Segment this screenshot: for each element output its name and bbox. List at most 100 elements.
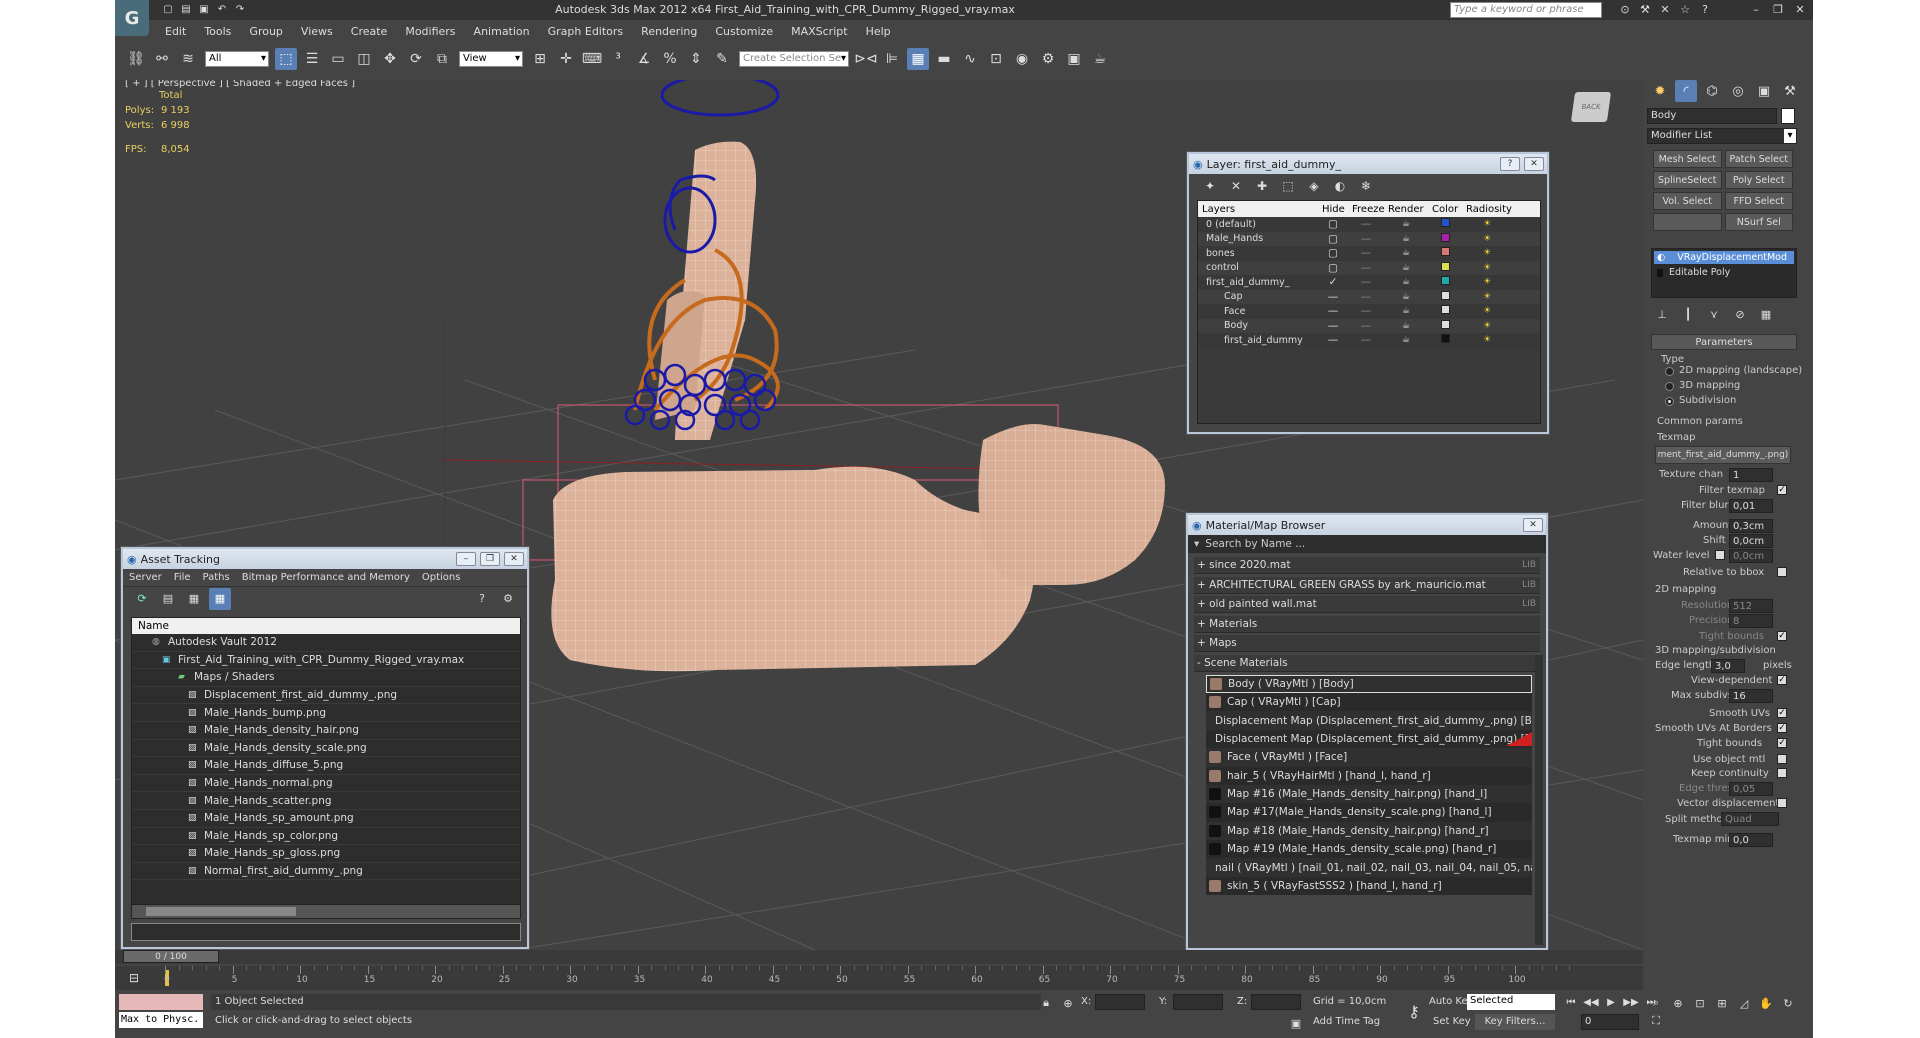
- asset-list-item[interactable]: ▧ Male_Hands_diffuse_5.png: [132, 757, 520, 775]
- scene-material-item[interactable]: Map #16 (Male_Hands_density_hair.png) [h…: [1206, 784, 1532, 804]
- asset-list-item[interactable]: ▧ Male_Hands_sp_color.png: [132, 828, 520, 846]
- layer-color-cell[interactable]: [1428, 247, 1462, 259]
- layer-hide-toggle[interactable]: ▢: [1318, 233, 1348, 245]
- angle-snap-icon[interactable]: ∡: [633, 48, 655, 70]
- schematic-view-icon[interactable]: ⊡: [985, 48, 1007, 70]
- teapot-icon[interactable]: ☕: [1384, 335, 1428, 345]
- named-selection-dropdown[interactable]: Create Selection Se ▾: [739, 51, 849, 67]
- radio-2d-landscape[interactable]: [1665, 367, 1674, 376]
- scale-icon[interactable]: ⧉: [431, 48, 453, 70]
- asset-list-item[interactable]: ◍ Autodesk Vault 2012: [132, 634, 520, 652]
- key-icon[interactable]: ⚷: [1403, 1000, 1425, 1022]
- window-crossing-icon[interactable]: ◫: [353, 48, 375, 70]
- mirror-icon[interactable]: ⊳⊲: [854, 48, 877, 70]
- remove-modifier-icon[interactable]: ⊘: [1729, 303, 1751, 325]
- material-library-group[interactable]: + Materials: [1194, 615, 1540, 633]
- ref-coord-dropdown[interactable]: View ▾: [459, 51, 523, 67]
- menu-graph-editors[interactable]: Graph Editors: [548, 25, 624, 38]
- spinner-snap-icon[interactable]: ⇕: [685, 48, 707, 70]
- restore-icon[interactable]: ❐: [480, 552, 500, 566]
- pan-icon[interactable]: ✋: [1757, 994, 1775, 1012]
- layer-freeze-toggle[interactable]: —: [1348, 291, 1384, 303]
- layer-color-cell[interactable]: [1428, 319, 1462, 332]
- modifier-button-3[interactable]: Poly Select: [1724, 171, 1793, 189]
- maximize-viewport-icon[interactable]: ⛶: [1647, 1012, 1665, 1030]
- scene-material-item[interactable]: Displacement Map (Displacement_first_aid…: [1206, 729, 1532, 749]
- link-icon[interactable]: ⛓: [125, 48, 147, 70]
- zoom-all-icon[interactable]: ⊕: [1669, 994, 1687, 1012]
- hide-all-icon[interactable]: ◐: [1329, 175, 1351, 197]
- render-production-icon[interactable]: ☕: [1089, 48, 1111, 70]
- vector-displacement-checkbox[interactable]: [1777, 798, 1787, 808]
- radiosity-icon[interactable]: ☀: [1462, 263, 1512, 273]
- teapot-icon[interactable]: ☕: [1384, 292, 1428, 302]
- restore-icon[interactable]: ❐: [1769, 1, 1787, 17]
- asset-menu-file[interactable]: File: [174, 572, 191, 583]
- layer-row[interactable]: bones ▢ — ☕ ☀: [1198, 246, 1540, 261]
- object-name-field[interactable]: Body: [1647, 108, 1777, 124]
- modifier-button-4[interactable]: Vol. Select: [1653, 192, 1722, 210]
- layer-color-cell[interactable]: [1428, 305, 1462, 317]
- layer-hide-toggle[interactable]: ✓: [1318, 276, 1348, 288]
- mini-curve-editor-icon[interactable]: ⊟: [123, 967, 145, 989]
- layer-freeze-toggle[interactable]: —: [1348, 247, 1384, 259]
- material-library-group[interactable]: + since 2020.mat LIB: [1194, 557, 1540, 574]
- layer-freeze-toggle[interactable]: —: [1348, 262, 1384, 274]
- asset-window-titlebar[interactable]: ◉ Asset Tracking – ❐ ✕: [123, 549, 527, 569]
- use-object-mtl-checkbox[interactable]: [1777, 754, 1787, 764]
- asset-list-item[interactable]: ▧ Male_Hands_scatter.png: [132, 792, 520, 810]
- highlight-layer-icon[interactable]: ◈: [1303, 175, 1325, 197]
- modifier-button-2[interactable]: SplineSelect: [1653, 171, 1722, 189]
- select-by-name-icon[interactable]: ☰: [301, 48, 323, 70]
- layer-row[interactable]: 0 (default) ▢ — ☕ ☀: [1198, 217, 1540, 232]
- time-slider-thumb[interactable]: 0 / 100: [123, 950, 219, 963]
- asset-menu-server[interactable]: Server: [129, 572, 162, 583]
- material-library-group[interactable]: + Maps: [1194, 635, 1540, 653]
- prev-frame-icon[interactable]: ◀◀: [1583, 994, 1599, 1010]
- layer-col-layers[interactable]: Layers: [1198, 204, 1318, 215]
- menu-customize[interactable]: Customize: [715, 25, 773, 38]
- help-icon[interactable]: ?: [1500, 157, 1520, 171]
- select-in-layer-icon[interactable]: ⬚: [1277, 175, 1299, 197]
- z-coord-field[interactable]: [1251, 994, 1301, 1010]
- zoom-extents-icon[interactable]: ⊡: [1691, 994, 1709, 1012]
- asset-menu-options[interactable]: Options: [422, 572, 461, 583]
- layer-freeze-toggle[interactable]: —: [1348, 218, 1384, 230]
- help-icon[interactable]: ?: [471, 588, 493, 610]
- go-to-start-icon[interactable]: ⏮: [1563, 994, 1579, 1010]
- layer-row[interactable]: first_aid_dummy — — ☕ ☀: [1198, 333, 1540, 348]
- material-library-group[interactable]: - Scene Materials: [1194, 654, 1540, 672]
- modifier-button-7[interactable]: NSurf Sel: [1724, 213, 1793, 231]
- asset-path-field[interactable]: [131, 923, 521, 941]
- close-icon[interactable]: ✕: [1524, 157, 1544, 171]
- scene-material-item[interactable]: Face ( VRayMtl ) [Face]: [1206, 748, 1532, 767]
- show-end-result-icon[interactable]: ┃: [1677, 303, 1699, 325]
- radiosity-icon[interactable]: ☀: [1462, 335, 1512, 345]
- material-editor-icon[interactable]: ◉: [1011, 48, 1033, 70]
- close-icon[interactable]: ✕: [1791, 1, 1809, 17]
- scene-material-item[interactable]: Body ( VRayMtl ) [Body]: [1206, 674, 1532, 693]
- edge-thresh-spinner[interactable]: 0,05: [1729, 782, 1773, 796]
- create-layer-icon[interactable]: ✦: [1199, 175, 1221, 197]
- layer-col-color[interactable]: Color: [1428, 204, 1462, 215]
- asset-list-item[interactable]: ▧ Male_Hands_bump.png: [132, 704, 520, 722]
- rendered-frame-icon[interactable]: ▣: [1063, 48, 1085, 70]
- radiosity-icon[interactable]: ☀: [1462, 292, 1512, 302]
- exchange-icon[interactable]: ✕: [1657, 1, 1673, 17]
- freeze-all-icon[interactable]: ❄: [1355, 175, 1377, 197]
- scene-material-item[interactable]: Map #17(Male_Hands_density_scale.png) [h…: [1206, 803, 1532, 822]
- layer-color-cell[interactable]: [1428, 218, 1462, 230]
- settings-icon[interactable]: ⚙: [497, 588, 519, 610]
- next-frame-icon[interactable]: ▶▶: [1623, 994, 1639, 1010]
- modify-tab-icon[interactable]: ◜: [1675, 80, 1697, 102]
- play-icon[interactable]: ▶: [1603, 994, 1619, 1010]
- teapot-icon[interactable]: ☕: [1384, 277, 1428, 287]
- layer-color-cell[interactable]: [1428, 232, 1462, 245]
- asset-tracking-window[interactable]: ◉ Asset Tracking – ❐ ✕ Server File Paths Bi…: [121, 547, 529, 949]
- current-frame-field[interactable]: 0: [1581, 1014, 1639, 1030]
- render-setup-icon[interactable]: ⚙: [1037, 48, 1059, 70]
- time-slider[interactable]: 0 / 100: [115, 950, 1643, 964]
- absolute-mode-icon[interactable]: ⊕: [1057, 992, 1079, 1014]
- radiosity-icon[interactable]: ☀: [1462, 306, 1512, 316]
- asset-col-name[interactable]: Name: [132, 618, 520, 634]
